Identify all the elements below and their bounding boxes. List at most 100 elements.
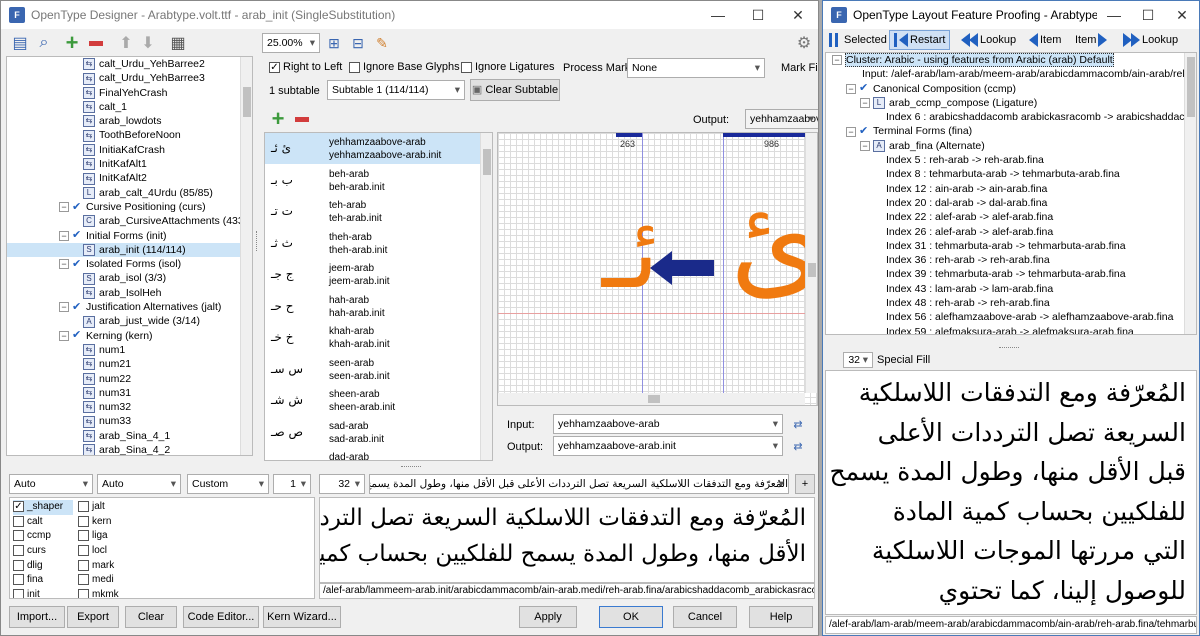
apply-button[interactable]: Apply [519, 606, 577, 628]
proofing-tree-scrollbar[interactable] [1184, 53, 1196, 334]
feature-tree-item[interactable]: ⇆ calt_Urdu_YehBarree2 [7, 57, 252, 71]
feature-checkbox[interactable]: ✓ [13, 500, 24, 512]
glyph-pair-row[interactable]: ب بـ beh-arab beh-arab.init [265, 165, 492, 196]
collapse-icon[interactable]: − [860, 98, 870, 109]
swap-input-icon[interactable]: ⇄ [787, 413, 809, 435]
glyph-string-field[interactable]: /alef-arab/lammeem-arab.init/arabicdamma… [319, 583, 815, 599]
feature-tree-item[interactable]: ⇆ arab_Sina_4_2 [7, 443, 252, 455]
proof-text-select[interactable]: المُعرّفة ومع التدفقات اللاسلكية السريعة… [369, 474, 789, 494]
feature-toggle[interactable]: medi [78, 573, 138, 588]
proofing-tree-item[interactable]: − Larab_ccmp_compose (Ligature) [826, 96, 1196, 110]
restart-button[interactable]: Restart [889, 30, 951, 50]
proofing-close-button[interactable]: ✕ [1165, 7, 1199, 24]
cancel-button[interactable]: Cancel [673, 606, 737, 628]
proofing-maximize-button[interactable]: ☐ [1131, 7, 1165, 24]
add-icon[interactable]: + [61, 30, 83, 55]
prev-item-button[interactable]: Item [1023, 30, 1065, 50]
size-spinner[interactable]: 32 [319, 474, 365, 494]
feature-toggle[interactable]: curs [13, 544, 73, 559]
feature-tree-item[interactable]: ⇆ num22 [7, 372, 252, 386]
collapse-icon[interactable]: − [59, 330, 69, 341]
feature-tree[interactable]: ⇆ calt_Urdu_YehBarree2 ⇆ calt_Urdu_YehBarre… [6, 56, 253, 456]
swap-output-icon[interactable]: ⇄ [787, 435, 809, 457]
glyph-pair-row[interactable]: ت تـ teh-arab teh-arab.init [265, 196, 492, 228]
feature-checkbox[interactable] [13, 588, 24, 598]
add-pair-icon[interactable]: + [267, 106, 289, 131]
feature-checkbox[interactable] [78, 530, 89, 542]
proofing-tree-item[interactable]: Index 31 : tehmarbuta-arab -> tehmarbuta… [826, 239, 1196, 253]
feature-checklist[interactable]: ✓_shapercaltccmpcursdligfinainitisol jal… [9, 497, 315, 599]
maximize-button[interactable]: ☐ [738, 7, 778, 24]
feature-tree-item[interactable]: ⇆ ToothBeforeNoon [7, 128, 252, 142]
collapse-icon[interactable]: − [59, 202, 69, 213]
glyph-pair-row[interactable]: ج جـ jeem-arab jeem-arab.init [265, 259, 492, 291]
glyph-pair-row[interactable]: ح حـ hah-arab hah-arab.init [265, 291, 492, 322]
feature-tree-item[interactable]: ⇆ num32 [7, 400, 252, 414]
feature-toggle[interactable]: init [13, 588, 73, 598]
feature-toggle[interactable]: kern [78, 515, 138, 530]
rtl-option[interactable]: ✓ Right to Left [269, 61, 342, 73]
glyph-pair-row[interactable]: ث ثـ theh-arab theh-arab.init [265, 228, 492, 259]
proofing-tree-item[interactable]: Index 22 : alef-arab -> alef-arab.fina [826, 210, 1196, 224]
ignore-lig-option[interactable]: Ignore Ligatures [461, 61, 555, 73]
feature-checkbox[interactable] [78, 574, 89, 586]
proofing-tree-item[interactable]: Index 6 : arabicshaddacomb arabickasraco… [826, 110, 1196, 124]
proofing-tree-item[interactable]: Index 12 : ain-arab -> ain-arab.fina [826, 182, 1196, 196]
feature-checkbox[interactable] [13, 559, 24, 571]
feature-tree-item[interactable]: ⇆ num21 [7, 357, 252, 371]
edit-icon[interactable]: ✎ [371, 32, 393, 54]
remove-icon[interactable] [85, 32, 107, 54]
glyph-pair-row[interactable]: ض ضـ dad-arab [265, 448, 492, 460]
proofing-tree-item[interactable]: Index 59 : alefmaksura-arab -> alefmaksu… [826, 325, 1196, 334]
selected-button[interactable]: Selected [825, 30, 891, 50]
feature-toggle[interactable]: liga [78, 529, 138, 544]
splitter-handle[interactable] [256, 231, 259, 251]
ok-button[interactable]: OK [599, 606, 663, 628]
feature-toggle[interactable]: jalt [78, 500, 138, 515]
proofing-tree-item[interactable]: − ✔ Terminal Forms (fina) [826, 124, 1196, 138]
feature-tree-item[interactable]: ⇆ InitiaKafCrash [7, 143, 252, 157]
glyph-pair-list[interactable]: ئ ئـ yehhamzaabove-arab yehhamzaabove-arab… [264, 132, 493, 461]
close-button[interactable]: ✕ [778, 7, 818, 24]
process-marks-select[interactable]: None [627, 58, 765, 78]
feature-checkbox[interactable] [78, 588, 89, 598]
collapse-icon[interactable]: − [59, 302, 69, 313]
ignore-lig-checkbox[interactable] [461, 61, 472, 73]
proofing-tree-item[interactable]: − Cluster: Arabic - using features from A… [826, 53, 1196, 67]
glyph-pair-row[interactable]: ئ ئـ yehhamzaabove-arab yehhamzaabove-arab… [265, 133, 492, 165]
feature-tree-item[interactable]: − ✔ Isolated Forms (isol) [7, 257, 252, 271]
fit-icon[interactable]: ⊞ [323, 32, 345, 54]
proofing-tree-item[interactable]: Index 56 : alefhamzaabove-arab -> alefha… [826, 310, 1196, 324]
proofing-tree[interactable]: − Cluster: Arabic - using features from A… [825, 52, 1197, 335]
feature-tree-item[interactable]: ⇆ calt_Urdu_YehBarree3 [7, 71, 252, 85]
feature-toggle[interactable]: ✓ _shaper [13, 500, 73, 515]
proofing-tree-item[interactable]: Input: /alef-arab/lam-arab/meem-arab/ara… [826, 67, 1196, 81]
proofing-tree-item[interactable]: Index 36 : reh-arab -> reh-arab.fina [826, 253, 1196, 267]
collapse-icon[interactable]: − [832, 55, 842, 66]
clear-button[interactable]: Clear [125, 606, 177, 628]
feature-tree-icon[interactable]: ▤ [9, 32, 31, 54]
feature-tree-item[interactable]: ⇆ calt_1 [7, 100, 252, 114]
feature-tree-item[interactable]: Sarab_isol (3/3) [7, 271, 252, 285]
proofing-tree-item[interactable]: − ✔ Canonical Composition (ccmp) [826, 82, 1196, 96]
minimize-button[interactable]: — [698, 7, 738, 23]
glyph-pair-row[interactable]: ش شـ sheen-arab sheen-arab.init [265, 385, 492, 417]
clear-subtable-button[interactable]: ▣ Clear Subtable [470, 79, 560, 101]
feature-toggle[interactable]: ccmp [13, 529, 73, 544]
glyph-list-scrollbar[interactable] [480, 133, 492, 460]
input-glyph-field[interactable]: yehhamzaabove-arab [553, 414, 783, 434]
collapse-icon[interactable]: − [846, 126, 856, 137]
prev-lookup-button[interactable]: Lookup [955, 30, 1020, 50]
preview-h-scrollbar[interactable] [498, 393, 805, 405]
feature-tree-item[interactable]: ⇆ num31 [7, 386, 252, 400]
proofing-tree-item[interactable]: Index 39 : tehmarbuta-arab -> tehmarbuta… [826, 267, 1196, 281]
feature-tree-item[interactable]: ⇆ InitKafAlt2 [7, 171, 252, 185]
collapse-icon[interactable]: − [860, 141, 870, 151]
ignore-base-checkbox[interactable] [349, 61, 360, 73]
next-lookup-button[interactable]: Lookup [1117, 30, 1182, 50]
feature-tree-scrollbar[interactable] [240, 57, 252, 455]
feature-checkbox[interactable] [78, 559, 89, 571]
proofing-tree-item[interactable]: Index 26 : alef-arab -> alef-arab.fina [826, 225, 1196, 239]
output-glyph-field[interactable]: yehhamzaabove-arab.init [553, 436, 783, 456]
remove-pair-icon[interactable] [291, 108, 313, 130]
